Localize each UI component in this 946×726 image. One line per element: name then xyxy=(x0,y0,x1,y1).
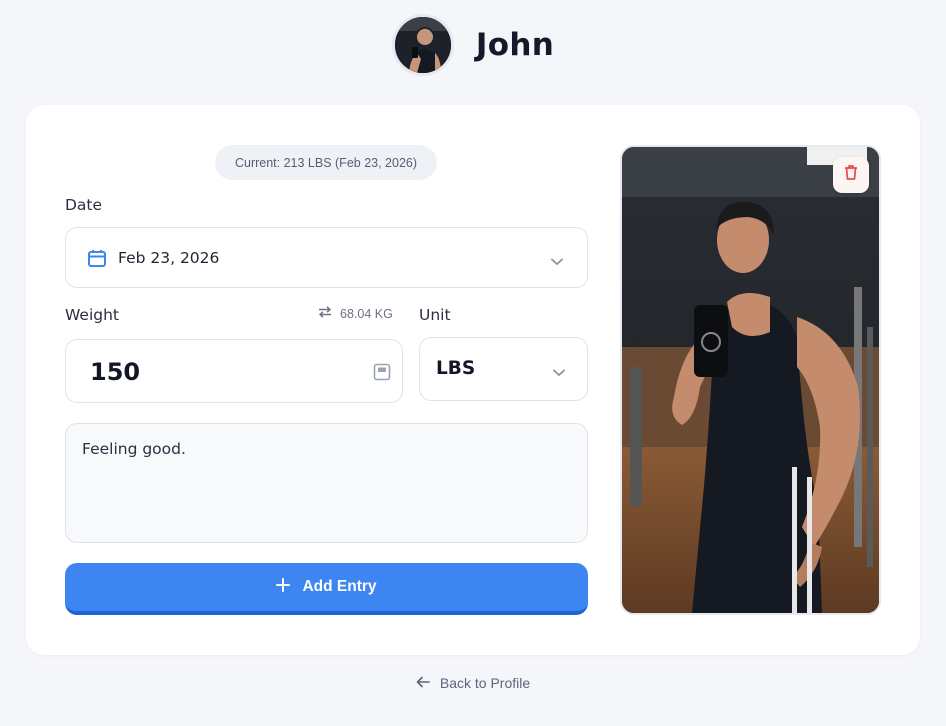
arrow-left-icon xyxy=(416,675,430,691)
scale-icon xyxy=(373,363,391,386)
notes-textarea[interactable]: Feeling good. xyxy=(65,423,588,543)
trash-icon xyxy=(843,164,859,186)
weight-input[interactable]: 150 xyxy=(65,339,403,403)
avatar xyxy=(391,14,454,76)
chevron-down-icon xyxy=(553,364,565,382)
date-value: Feb 23, 2026 xyxy=(118,249,220,267)
unit-value: LBS xyxy=(436,358,476,379)
add-entry-button[interactable]: Add Entry xyxy=(65,563,588,615)
date-label: Date xyxy=(65,196,103,214)
back-to-profile-link[interactable]: Back to Profile xyxy=(0,672,946,694)
calendar-icon xyxy=(87,248,107,273)
current-weight-badge: Current: 213 LBS (Feb 23, 2026) xyxy=(215,145,437,180)
swap-icon xyxy=(318,306,332,321)
unit-label: Unit xyxy=(419,306,451,324)
profile-header: John xyxy=(0,0,946,90)
user-name: John xyxy=(475,27,555,63)
delete-photo-button[interactable] xyxy=(833,157,869,193)
chevron-down-icon xyxy=(551,253,563,271)
conversion-value: 68.04 KG xyxy=(340,306,393,321)
weight-value: 150 xyxy=(90,358,141,386)
conversion-readout: 68.04 KG xyxy=(318,306,393,321)
date-picker[interactable]: Feb 23, 2026 xyxy=(65,227,588,288)
add-entry-label: Add Entry xyxy=(302,578,377,595)
back-to-profile-label: Back to Profile xyxy=(439,675,531,691)
plus-icon xyxy=(276,577,291,597)
unit-select[interactable]: LBS xyxy=(419,337,588,401)
progress-photo xyxy=(620,145,881,615)
weight-label: Weight xyxy=(65,306,120,324)
